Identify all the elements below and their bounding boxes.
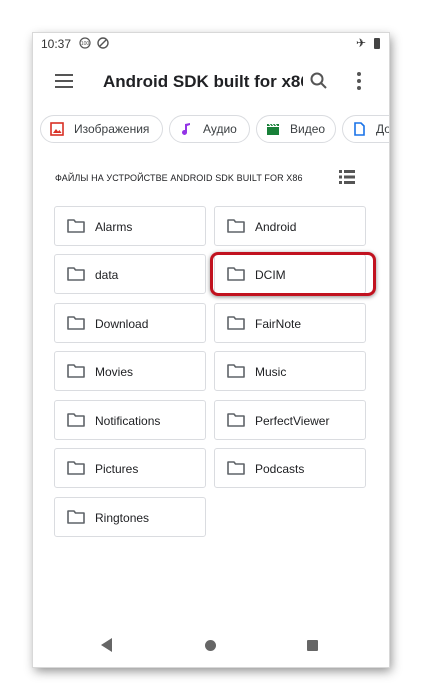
folder-label: FairNote — [255, 317, 302, 331]
svg-text:100: 100 — [81, 41, 90, 47]
folder-icon — [227, 461, 245, 475]
folder-icon — [67, 364, 85, 378]
folder-label: Notifications — [95, 414, 161, 428]
battery-icon — [374, 38, 380, 49]
phone-screen: 10:37 100 ✈ Android SDK built for x86 Из… — [33, 33, 389, 667]
navigation-bar — [33, 623, 389, 667]
back-icon[interactable] — [101, 638, 113, 652]
folder-label: Movies — [95, 365, 134, 379]
folder-data[interactable]: data — [54, 254, 206, 294]
chip-label: Видео — [290, 122, 326, 136]
folder-label: data — [95, 268, 119, 282]
category-chips: Изображения Аудио Видео Документы — [33, 115, 389, 145]
folder-label: PerfectViewer — [255, 414, 330, 428]
list-view-icon[interactable] — [339, 170, 355, 184]
airplane-mode-icon: ✈ — [356, 36, 367, 50]
app-bar: Android SDK built for x86 — [33, 55, 389, 111]
folder-icon — [227, 219, 245, 233]
folder-icon — [227, 316, 245, 330]
folder-icon — [67, 316, 85, 330]
music-note-icon — [182, 123, 190, 135]
folder-label: Alarms — [95, 220, 133, 234]
folder-label: Android — [255, 220, 297, 234]
chip-label: Документы — [376, 122, 389, 136]
folder-icon — [67, 461, 85, 475]
folder-music[interactable]: Music — [214, 351, 366, 391]
folder-label: Ringtones — [95, 511, 150, 525]
status-bar: 10:37 100 ✈ — [33, 33, 389, 55]
folder-label: Pictures — [95, 462, 139, 476]
chip-video[interactable]: Видео — [256, 115, 336, 143]
chip-audio[interactable]: Аудио — [169, 115, 250, 143]
video-clapper-icon — [267, 123, 279, 135]
hamburger-menu-icon[interactable] — [55, 74, 73, 88]
chip-label: Аудио — [203, 122, 237, 136]
folder-notifications[interactable]: Notifications — [54, 400, 206, 440]
recents-icon[interactable] — [307, 640, 318, 651]
search-icon[interactable] — [309, 71, 329, 91]
document-icon — [354, 122, 365, 136]
folder-icon — [227, 413, 245, 427]
folder-podcasts[interactable]: Podcasts — [214, 448, 366, 488]
folder-icon — [67, 267, 85, 281]
folder-perfectviewer[interactable]: PerfectViewer — [214, 400, 366, 440]
folder-icon — [227, 364, 245, 378]
data-saver-icon: 100 — [79, 37, 91, 49]
folder-movies[interactable]: Movies — [54, 351, 206, 391]
folder-pictures[interactable]: Pictures — [54, 448, 206, 488]
status-time: 10:37 — [41, 37, 72, 51]
chip-images[interactable]: Изображения — [40, 115, 163, 143]
chip-label: Изображения — [74, 122, 150, 136]
folder-label: Music — [255, 365, 287, 379]
section-title: ФАЙЛЫ НА УСТРОЙСТВЕ ANDROID SDK BUILT FO… — [55, 173, 303, 183]
sync-disabled-icon — [97, 37, 109, 49]
app-title: Android SDK built for x86 — [103, 72, 303, 91]
folder-alarms[interactable]: Alarms — [54, 206, 206, 246]
folder-icon — [67, 510, 85, 524]
folder-ringtones[interactable]: Ringtones — [54, 497, 206, 537]
dcim-highlight-frame — [210, 252, 376, 296]
folder-icon — [67, 413, 85, 427]
folder-label: Download — [95, 317, 149, 331]
more-options-icon[interactable] — [356, 72, 362, 90]
folder-label: Podcasts — [255, 462, 305, 476]
folder-fairnote[interactable]: FairNote — [214, 303, 366, 343]
folder-android[interactable]: Android — [214, 206, 366, 246]
image-icon — [50, 122, 64, 136]
folder-download[interactable]: Download — [54, 303, 206, 343]
home-icon[interactable] — [205, 640, 216, 651]
folder-icon — [67, 219, 85, 233]
chip-documents[interactable]: Документы — [342, 115, 389, 143]
